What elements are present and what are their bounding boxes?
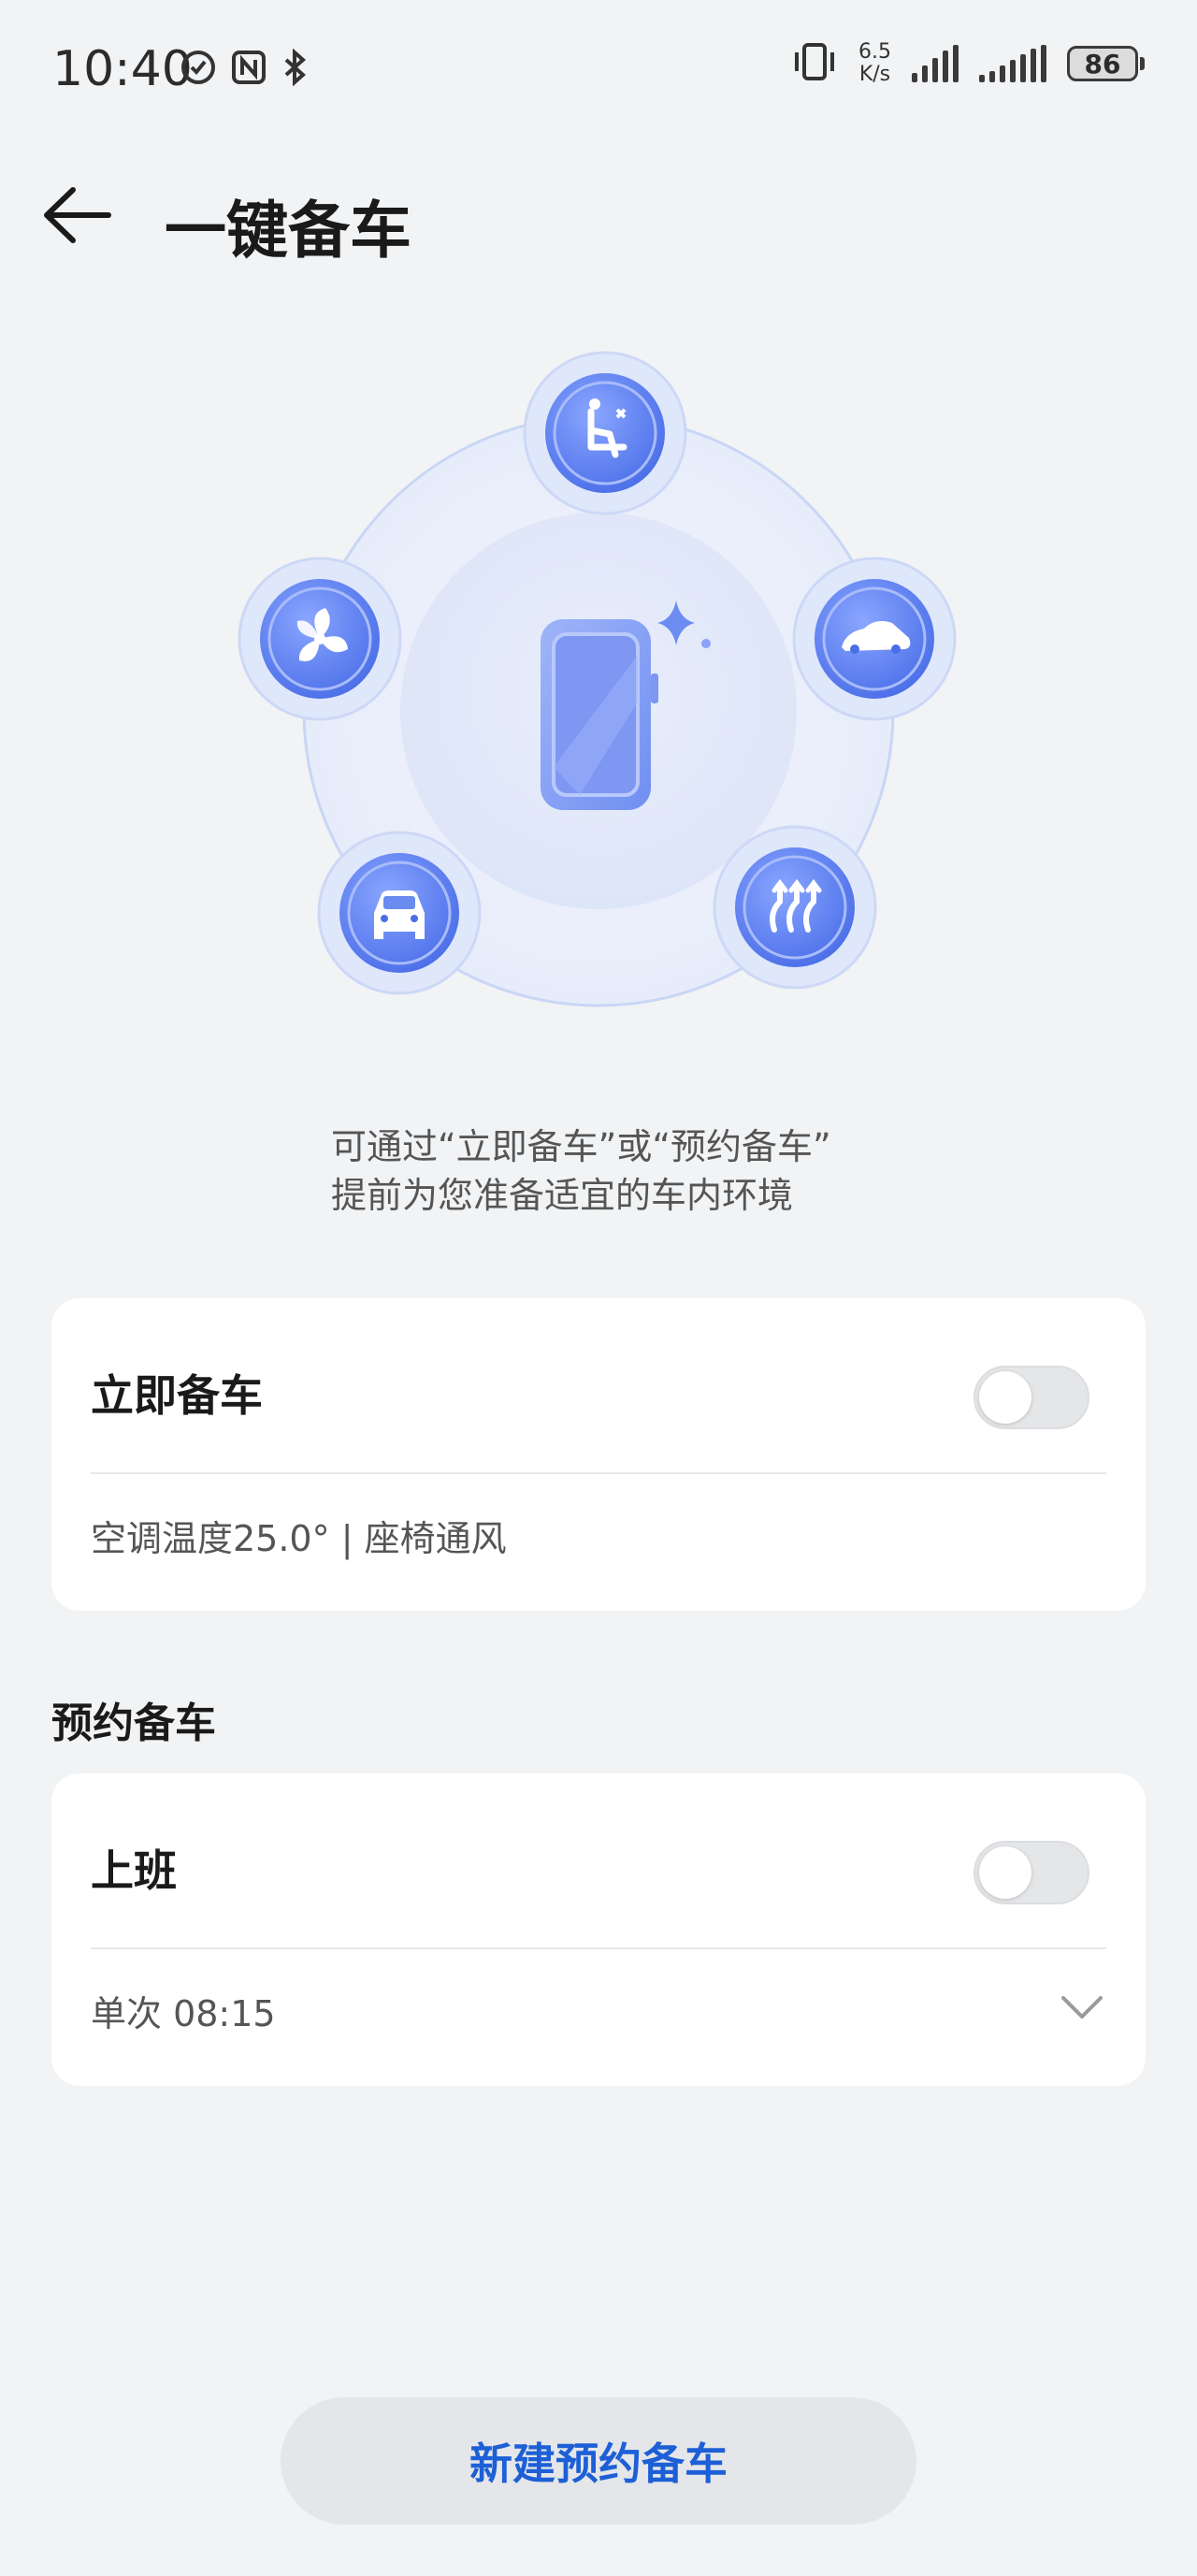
description: 可通过“立即备车”或“预约备车” 提前为您准备适宜的车内环境 (331, 1122, 986, 1220)
seat-icon (523, 351, 687, 515)
prep-illustration (206, 337, 991, 1048)
back-button[interactable] (36, 173, 120, 257)
description-line-1: 可通过“立即备车”或“预约备车” (331, 1126, 831, 1167)
net-speed-unit: K/s (858, 63, 891, 86)
battery-icon: 86 (1067, 46, 1145, 81)
schedule-toggle[interactable] (973, 1841, 1089, 1904)
car-front-icon (317, 831, 482, 995)
status-time: 10:40 (52, 41, 193, 97)
divider (91, 1947, 1106, 1949)
page-title: 一键备车 (165, 195, 411, 267)
status-icons-right: 6.5 K/s 86 (791, 41, 1145, 86)
new-schedule-button[interactable]: 新建预约备车 (281, 2397, 916, 2525)
instant-prep-toggle[interactable] (973, 1366, 1089, 1429)
signal-icon-1 (912, 45, 959, 82)
hd-call-icon (180, 49, 217, 94)
instant-prep-summary[interactable]: 空调温度25.0° | 座椅通风 (91, 1510, 507, 1561)
nfc-icon (230, 49, 267, 94)
chevron-down-icon[interactable] (1060, 1989, 1104, 2026)
scheduled-section-title: 预约备车 (51, 1700, 216, 1747)
toggle-knob (979, 1846, 1031, 1899)
schedule-title: 上班 (91, 1845, 177, 1896)
schedule-time[interactable]: 单次 08:15 (91, 1985, 276, 2036)
status-icons-left (180, 48, 309, 94)
vibrate-icon (791, 41, 838, 86)
instant-prep-card: 立即备车 空调温度25.0° | 座椅通风 (51, 1298, 1146, 1611)
schedule-card: 上班 单次 08:15 (51, 1773, 1146, 2086)
bluetooth-icon (281, 48, 309, 94)
phone-icon (541, 619, 658, 810)
car-side-icon (792, 557, 957, 721)
toggle-knob (979, 1371, 1031, 1424)
net-speed-value: 6.5 (858, 40, 891, 64)
heat-icon (713, 825, 877, 990)
fan-icon (238, 557, 402, 721)
net-speed: 6.5 K/s (858, 41, 891, 86)
signal-icon-2 (979, 45, 1046, 82)
back-arrow-icon (44, 187, 111, 243)
description-line-2: 提前为您准备适宜的车内环境 (331, 1175, 794, 1216)
divider (91, 1472, 1106, 1474)
header: 一键备车 (0, 164, 1197, 267)
battery-level: 86 (1067, 46, 1138, 81)
instant-prep-title: 立即备车 (91, 1370, 263, 1421)
status-bar: 10:40 6.5 K/s 86 (0, 0, 1197, 140)
